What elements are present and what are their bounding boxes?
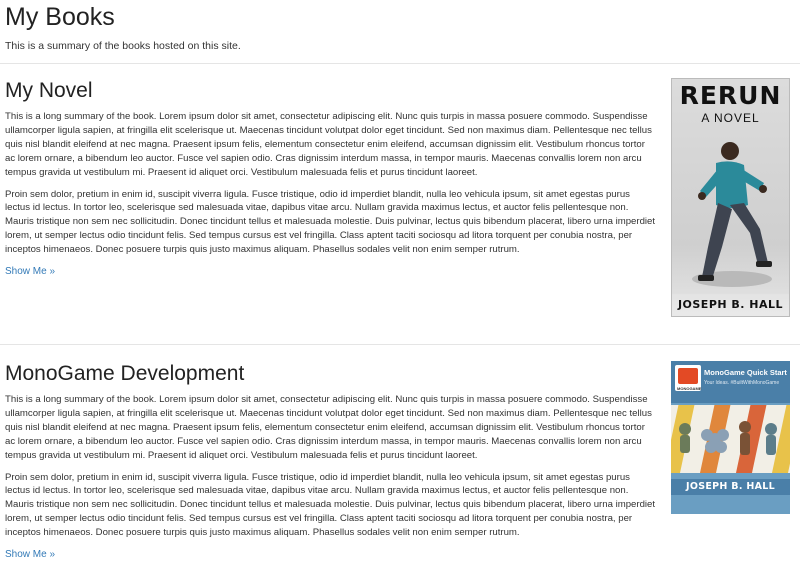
book-title: My Novel bbox=[5, 79, 93, 102]
book-summary-paragraph: This is a long summary of the book. Lore… bbox=[5, 394, 652, 461]
page-subtitle: This is a summary of the books hosted on… bbox=[5, 40, 241, 52]
book-cover-rerun[interactable]: RERUN A NOVEL JOSEPH B. HALL bbox=[671, 78, 790, 317]
book-summary-paragraph: Proin sem dolor, pretium in enim id, sus… bbox=[5, 188, 656, 256]
book-title: MonoGame Development bbox=[5, 362, 245, 385]
show-me-link[interactable]: Show Me » bbox=[5, 266, 55, 277]
monogame-logo-icon: MONOGAME bbox=[675, 365, 701, 391]
book-entry-monogame: MonoGame Development This is a long summ… bbox=[5, 361, 795, 569]
book-summary: MonoGame Development This is a long summ… bbox=[5, 361, 657, 562]
cover-tagline: Your Ideas. #BuiltWithMonoGame bbox=[704, 380, 780, 386]
show-me-link[interactable]: Show Me » bbox=[5, 549, 55, 560]
book-cover-monogame[interactable]: MONOGAME MonoGame Quick Start Your Ideas… bbox=[671, 361, 790, 514]
running-man-illustration bbox=[692, 142, 772, 287]
page-header: My Books This is a summary of the books … bbox=[5, 0, 795, 53]
cover-author: JOSEPH B. HALL bbox=[671, 479, 790, 495]
character-band-illustration bbox=[671, 405, 790, 473]
book-summary-paragraph: This is a long summary of the book. Lore… bbox=[5, 111, 652, 178]
book-entry-my-novel: My Novel This is a long summary of the b… bbox=[5, 78, 795, 328]
page-title: My Books bbox=[5, 3, 115, 31]
book-summary: My Novel This is a long summary of the b… bbox=[5, 78, 657, 279]
book-summary-paragraph: Proin sem dolor, pretium in enim id, sus… bbox=[5, 471, 656, 539]
cover-author: JOSEPH B. HALL bbox=[672, 294, 789, 316]
header-divider bbox=[0, 63, 800, 64]
cover-title: MonoGame Quick Start bbox=[704, 368, 787, 377]
book-divider bbox=[0, 344, 800, 345]
cover-header: MONOGAME MonoGame Quick Start Your Ideas… bbox=[671, 361, 790, 403]
